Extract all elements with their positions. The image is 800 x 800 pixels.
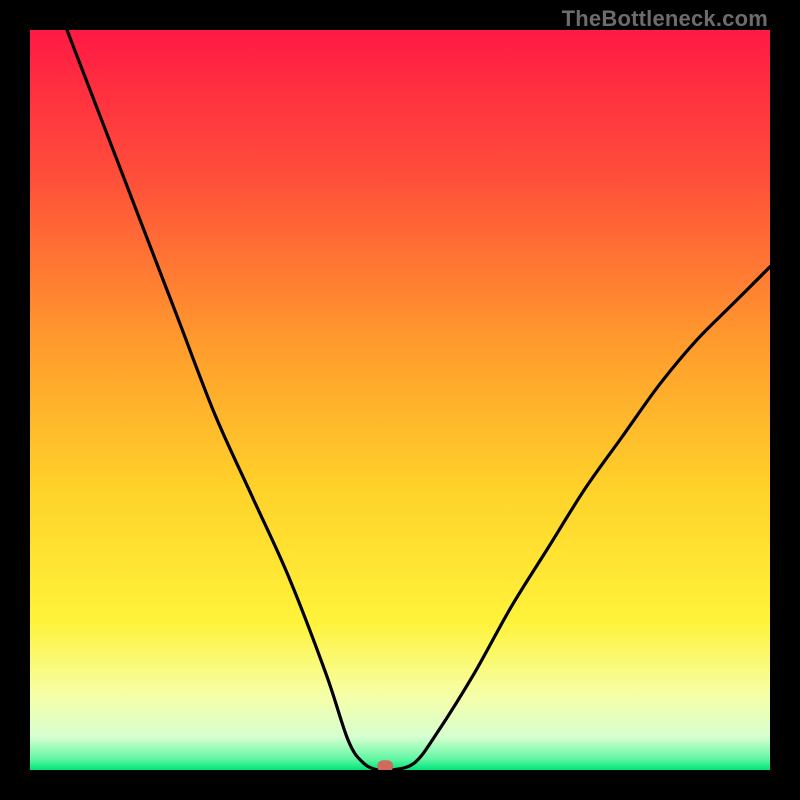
chart-frame: TheBottleneck.com — [0, 0, 800, 800]
marker-dot — [377, 760, 393, 770]
plot-area — [30, 30, 770, 770]
chart-svg — [30, 30, 770, 770]
watermark-label: TheBottleneck.com — [562, 6, 768, 32]
gradient-background — [30, 30, 770, 770]
